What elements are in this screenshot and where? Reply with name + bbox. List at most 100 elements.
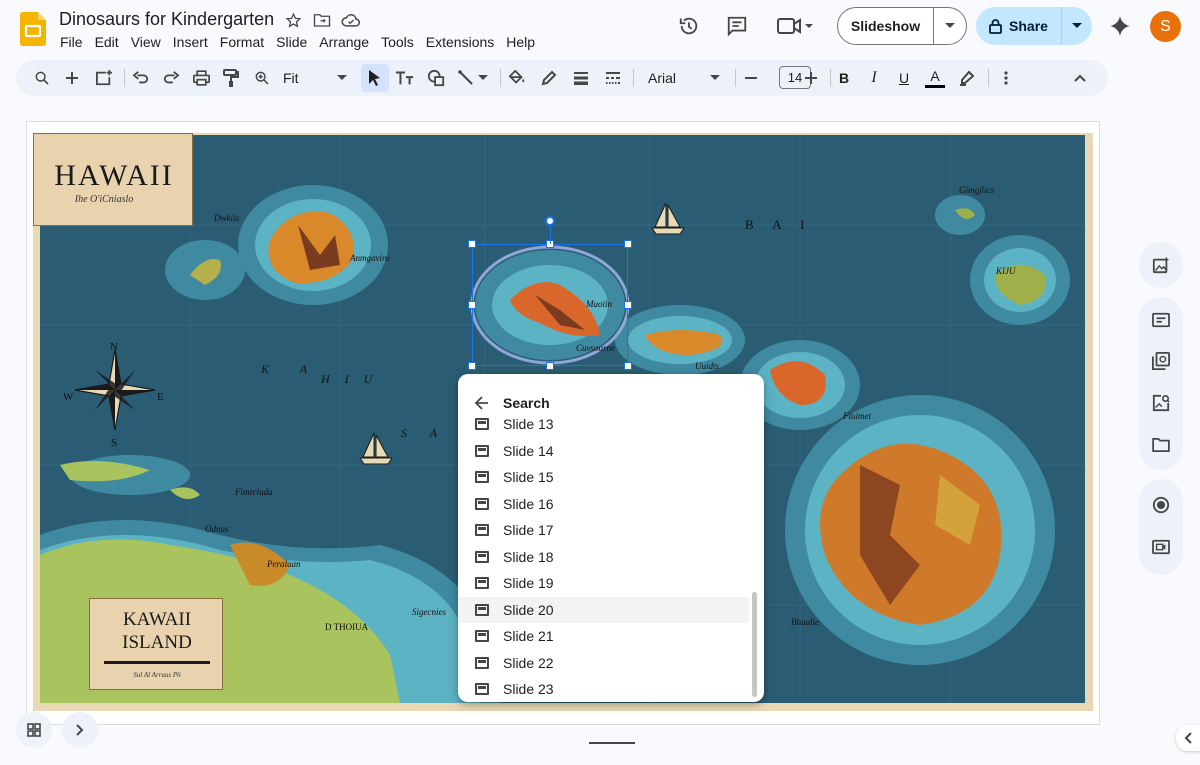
menu-help[interactable]: Help bbox=[500, 32, 541, 52]
inset-title-line1: KAWAII bbox=[122, 609, 192, 630]
map-label: Dwkiis bbox=[214, 213, 240, 223]
slides-logo-icon[interactable] bbox=[20, 12, 46, 46]
folder-icon[interactable] bbox=[1145, 429, 1177, 461]
document-title[interactable]: Dinosaurs for Kindergarten bbox=[59, 9, 274, 30]
map-label: Peraluan bbox=[267, 559, 301, 569]
zoom-level[interactable]: Fit bbox=[283, 70, 299, 86]
menu-slide[interactable]: Slide bbox=[270, 32, 313, 52]
menu-extensions[interactable]: Extensions bbox=[420, 32, 500, 52]
speaker-notes-drag-handle[interactable] bbox=[589, 742, 635, 744]
layers-copy-icon[interactable] bbox=[1145, 345, 1177, 377]
search-menus-icon[interactable] bbox=[28, 64, 56, 92]
inset-scale-bar bbox=[104, 661, 210, 664]
border-color-icon[interactable] bbox=[535, 64, 563, 92]
resize-handle-right[interactable] bbox=[624, 301, 632, 309]
paint-format-icon[interactable] bbox=[217, 64, 245, 92]
move-folder-icon[interactable] bbox=[312, 10, 332, 30]
increase-font-size-icon[interactable] bbox=[797, 64, 825, 92]
underline-button[interactable]: U bbox=[890, 64, 918, 92]
list-item-slide-14[interactable]: Slide 14 bbox=[458, 438, 749, 465]
resize-handle-left[interactable] bbox=[468, 301, 476, 309]
slide-icon bbox=[475, 471, 489, 483]
slide-icon bbox=[475, 418, 489, 430]
slideshow-button[interactable]: Slideshow bbox=[838, 8, 934, 44]
version-history-icon[interactable] bbox=[673, 12, 705, 40]
gemini-sparkle-icon[interactable] bbox=[1104, 12, 1136, 40]
map-label: B A I bbox=[745, 217, 813, 232]
menu-file[interactable]: File bbox=[59, 32, 89, 52]
menu-format[interactable]: Format bbox=[214, 32, 270, 52]
record-icon[interactable] bbox=[1145, 489, 1177, 521]
resize-handle-top-right[interactable] bbox=[624, 240, 632, 248]
menu-tools[interactable]: Tools bbox=[375, 32, 420, 52]
chevron-left-icon[interactable] bbox=[1176, 725, 1200, 751]
camera-present-icon[interactable] bbox=[1145, 531, 1177, 563]
new-slide-layout-icon[interactable] bbox=[90, 64, 118, 92]
text-color-button[interactable]: A bbox=[921, 64, 949, 92]
resize-handle-bottom-left[interactable] bbox=[468, 362, 476, 370]
side-panel-group-2 bbox=[1139, 297, 1183, 470]
grid-view-icon[interactable] bbox=[16, 712, 52, 748]
image-search-icon[interactable] bbox=[1145, 387, 1177, 419]
list-item-slide-22[interactable]: Slide 22 bbox=[458, 650, 749, 677]
slide-icon bbox=[475, 497, 489, 510]
inset-title-line2: ISLAND bbox=[122, 632, 192, 653]
line-dropdown-icon[interactable] bbox=[474, 64, 492, 92]
comments-icon[interactable] bbox=[721, 12, 753, 40]
list-item-slide-19[interactable]: Slide 19 bbox=[458, 570, 749, 597]
share-group: Share bbox=[976, 7, 1092, 45]
share-button[interactable]: Share bbox=[976, 7, 1062, 45]
list-item-slide-13[interactable]: Slide 13 bbox=[458, 411, 749, 438]
star-icon[interactable] bbox=[283, 10, 303, 30]
italic-button[interactable]: I bbox=[860, 64, 888, 92]
menu-insert[interactable]: Insert bbox=[167, 32, 214, 52]
slideshow-dropdown-icon[interactable] bbox=[934, 8, 966, 44]
share-dropdown-icon[interactable] bbox=[1062, 7, 1092, 45]
cloud-saved-icon[interactable] bbox=[341, 10, 361, 30]
rotate-handle[interactable] bbox=[545, 216, 555, 226]
list-item-slide-18[interactable]: Slide 18 bbox=[458, 544, 749, 571]
resize-handle-bottom-right[interactable] bbox=[624, 362, 632, 370]
selection-bounding-box[interactable] bbox=[472, 244, 628, 366]
fill-color-icon[interactable] bbox=[503, 64, 531, 92]
resize-handle-top-left[interactable] bbox=[468, 240, 476, 248]
select-cursor-icon[interactable] bbox=[361, 64, 389, 92]
more-options-icon[interactable] bbox=[992, 64, 1020, 92]
zoom-icon[interactable] bbox=[248, 64, 276, 92]
user-avatar[interactable]: S bbox=[1150, 11, 1181, 42]
back-arrow-icon[interactable] bbox=[472, 393, 492, 413]
highlight-pen-icon[interactable] bbox=[953, 64, 981, 92]
speaker-notes-icon[interactable] bbox=[1145, 304, 1177, 336]
font-family-select[interactable]: Arial bbox=[648, 70, 676, 86]
inset-caption: Sul Al Arruus P6 bbox=[133, 671, 181, 679]
undo-icon[interactable] bbox=[127, 64, 155, 92]
font-dropdown-icon[interactable] bbox=[701, 64, 729, 92]
border-dash-icon[interactable] bbox=[599, 64, 627, 92]
chevron-right-icon[interactable] bbox=[62, 712, 98, 748]
redo-icon[interactable] bbox=[157, 64, 185, 92]
generate-image-icon[interactable] bbox=[1145, 249, 1177, 281]
bold-button[interactable]: B bbox=[830, 64, 858, 92]
decrease-font-size-icon[interactable] bbox=[737, 64, 765, 92]
shape-icon[interactable] bbox=[422, 64, 450, 92]
slide-icon bbox=[475, 577, 489, 589]
map-label: Uuidts bbox=[695, 361, 720, 371]
popup-scrollbar[interactable] bbox=[752, 592, 757, 697]
menu-view[interactable]: View bbox=[125, 32, 167, 52]
menu-arrange[interactable]: Arrange bbox=[313, 32, 375, 52]
border-weight-icon[interactable] bbox=[567, 64, 595, 92]
resize-handle-bottom[interactable] bbox=[546, 362, 554, 370]
zoom-dropdown-icon[interactable] bbox=[328, 64, 356, 92]
collapse-toolbar-icon[interactable] bbox=[1066, 64, 1094, 92]
text-box-icon[interactable] bbox=[391, 64, 419, 92]
new-slide-plus-icon[interactable] bbox=[58, 64, 86, 92]
list-item-slide-15[interactable]: Slide 15 bbox=[458, 464, 749, 491]
list-item-slide-20[interactable]: Slide 20 bbox=[458, 596, 749, 623]
list-item-slide-16[interactable]: Slide 16 bbox=[458, 491, 749, 518]
list-item-slide-17[interactable]: Slide 17 bbox=[458, 517, 749, 544]
list-item-slide-21[interactable]: Slide 21 bbox=[458, 623, 749, 650]
print-icon[interactable] bbox=[187, 64, 215, 92]
menu-edit[interactable]: Edit bbox=[89, 32, 125, 52]
list-item-slide-23[interactable]: Slide 23 bbox=[458, 676, 749, 702]
meet-video-icon[interactable] bbox=[774, 12, 818, 40]
